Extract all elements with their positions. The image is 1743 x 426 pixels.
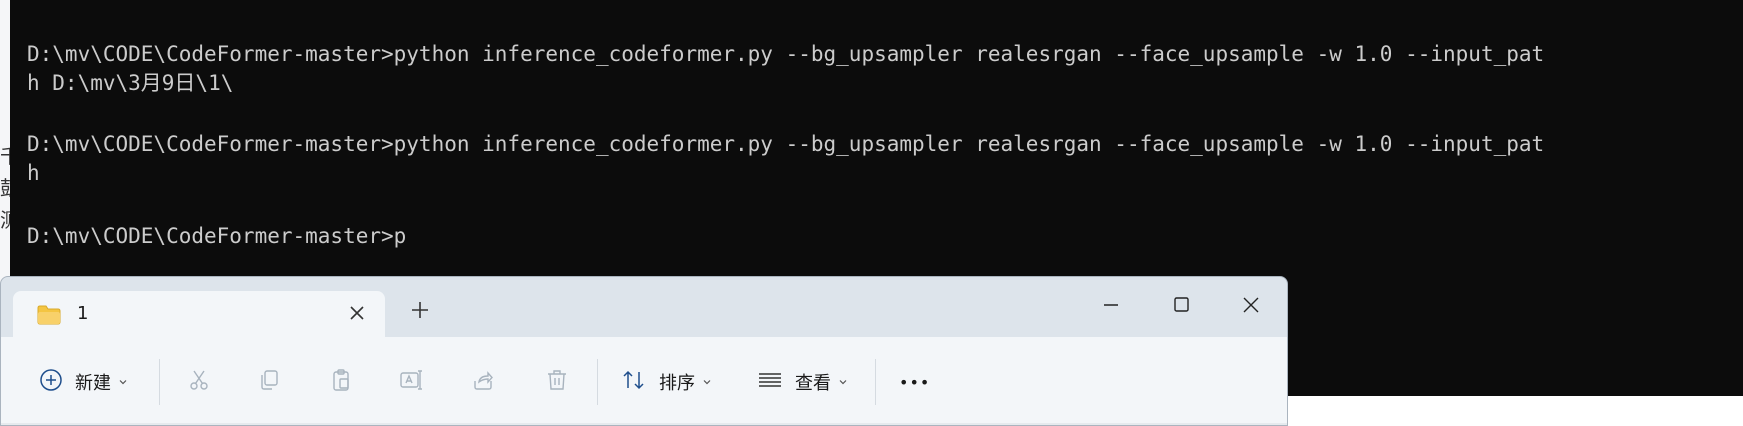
maximize-icon[interactable] bbox=[1161, 287, 1201, 323]
delete-button[interactable] bbox=[545, 363, 569, 401]
chevron-down-icon bbox=[117, 373, 129, 392]
tab-close-icon[interactable] bbox=[345, 301, 369, 329]
view-button-label: 查看 bbox=[795, 373, 831, 394]
toolbar-separator bbox=[597, 359, 598, 405]
terminal-prompt-line[interactable]: D:\mv\CODE\CodeFormer-master>p bbox=[27, 222, 406, 251]
sort-button[interactable]: 排序 bbox=[621, 363, 713, 401]
terminal-line: h D:\mv\3月9日\1\ bbox=[27, 71, 234, 95]
scissors-icon bbox=[187, 368, 211, 396]
paste-button[interactable] bbox=[329, 363, 353, 401]
tab-label: 1 bbox=[77, 303, 89, 324]
add-circle-icon bbox=[39, 368, 63, 396]
copy-icon bbox=[257, 368, 281, 396]
more-options-label: ••• bbox=[899, 372, 931, 392]
folder-icon bbox=[37, 305, 61, 329]
new-button-label: 新建 bbox=[75, 373, 111, 394]
chevron-down-icon bbox=[837, 373, 849, 392]
file-explorer-window[interactable]: 1 新建 排序 查看 ••• bbox=[0, 276, 1288, 426]
terminal-line: D:\mv\CODE\CodeFormer-master>python infe… bbox=[27, 132, 1545, 156]
explorer-tab[interactable]: 1 bbox=[13, 291, 385, 337]
trash-icon bbox=[545, 368, 569, 396]
copy-button[interactable] bbox=[257, 363, 281, 401]
rename-icon bbox=[399, 368, 425, 396]
toolbar-separator bbox=[159, 359, 160, 405]
explorer-bottom-edge bbox=[1, 423, 1287, 425]
share-button[interactable] bbox=[471, 363, 495, 401]
more-options-button[interactable]: ••• bbox=[899, 363, 930, 401]
explorer-toolbar: 新建 排序 查看 ••• bbox=[1, 337, 1287, 425]
view-button[interactable]: 查看 bbox=[757, 363, 849, 401]
view-lines-icon bbox=[757, 368, 783, 396]
chevron-down-icon bbox=[701, 373, 713, 392]
new-button[interactable]: 新建 bbox=[39, 363, 129, 401]
terminal-cutoff-line: ______________________ bbox=[27, 0, 305, 8]
cut-button[interactable] bbox=[187, 363, 211, 401]
terminal-line: D:\mv\CODE\CodeFormer-master>python infe… bbox=[27, 42, 1545, 66]
clipboard-icon bbox=[329, 368, 353, 396]
close-window-icon[interactable] bbox=[1231, 287, 1271, 323]
sort-button-label: 排序 bbox=[659, 373, 695, 394]
toolbar-separator bbox=[875, 359, 876, 405]
new-tab-plus-icon[interactable] bbox=[409, 299, 431, 325]
share-icon bbox=[471, 368, 495, 396]
rename-button[interactable] bbox=[399, 363, 425, 401]
sort-arrows-icon bbox=[621, 368, 647, 396]
minimize-icon[interactable] bbox=[1091, 287, 1131, 323]
terminal-line: h bbox=[27, 161, 40, 185]
